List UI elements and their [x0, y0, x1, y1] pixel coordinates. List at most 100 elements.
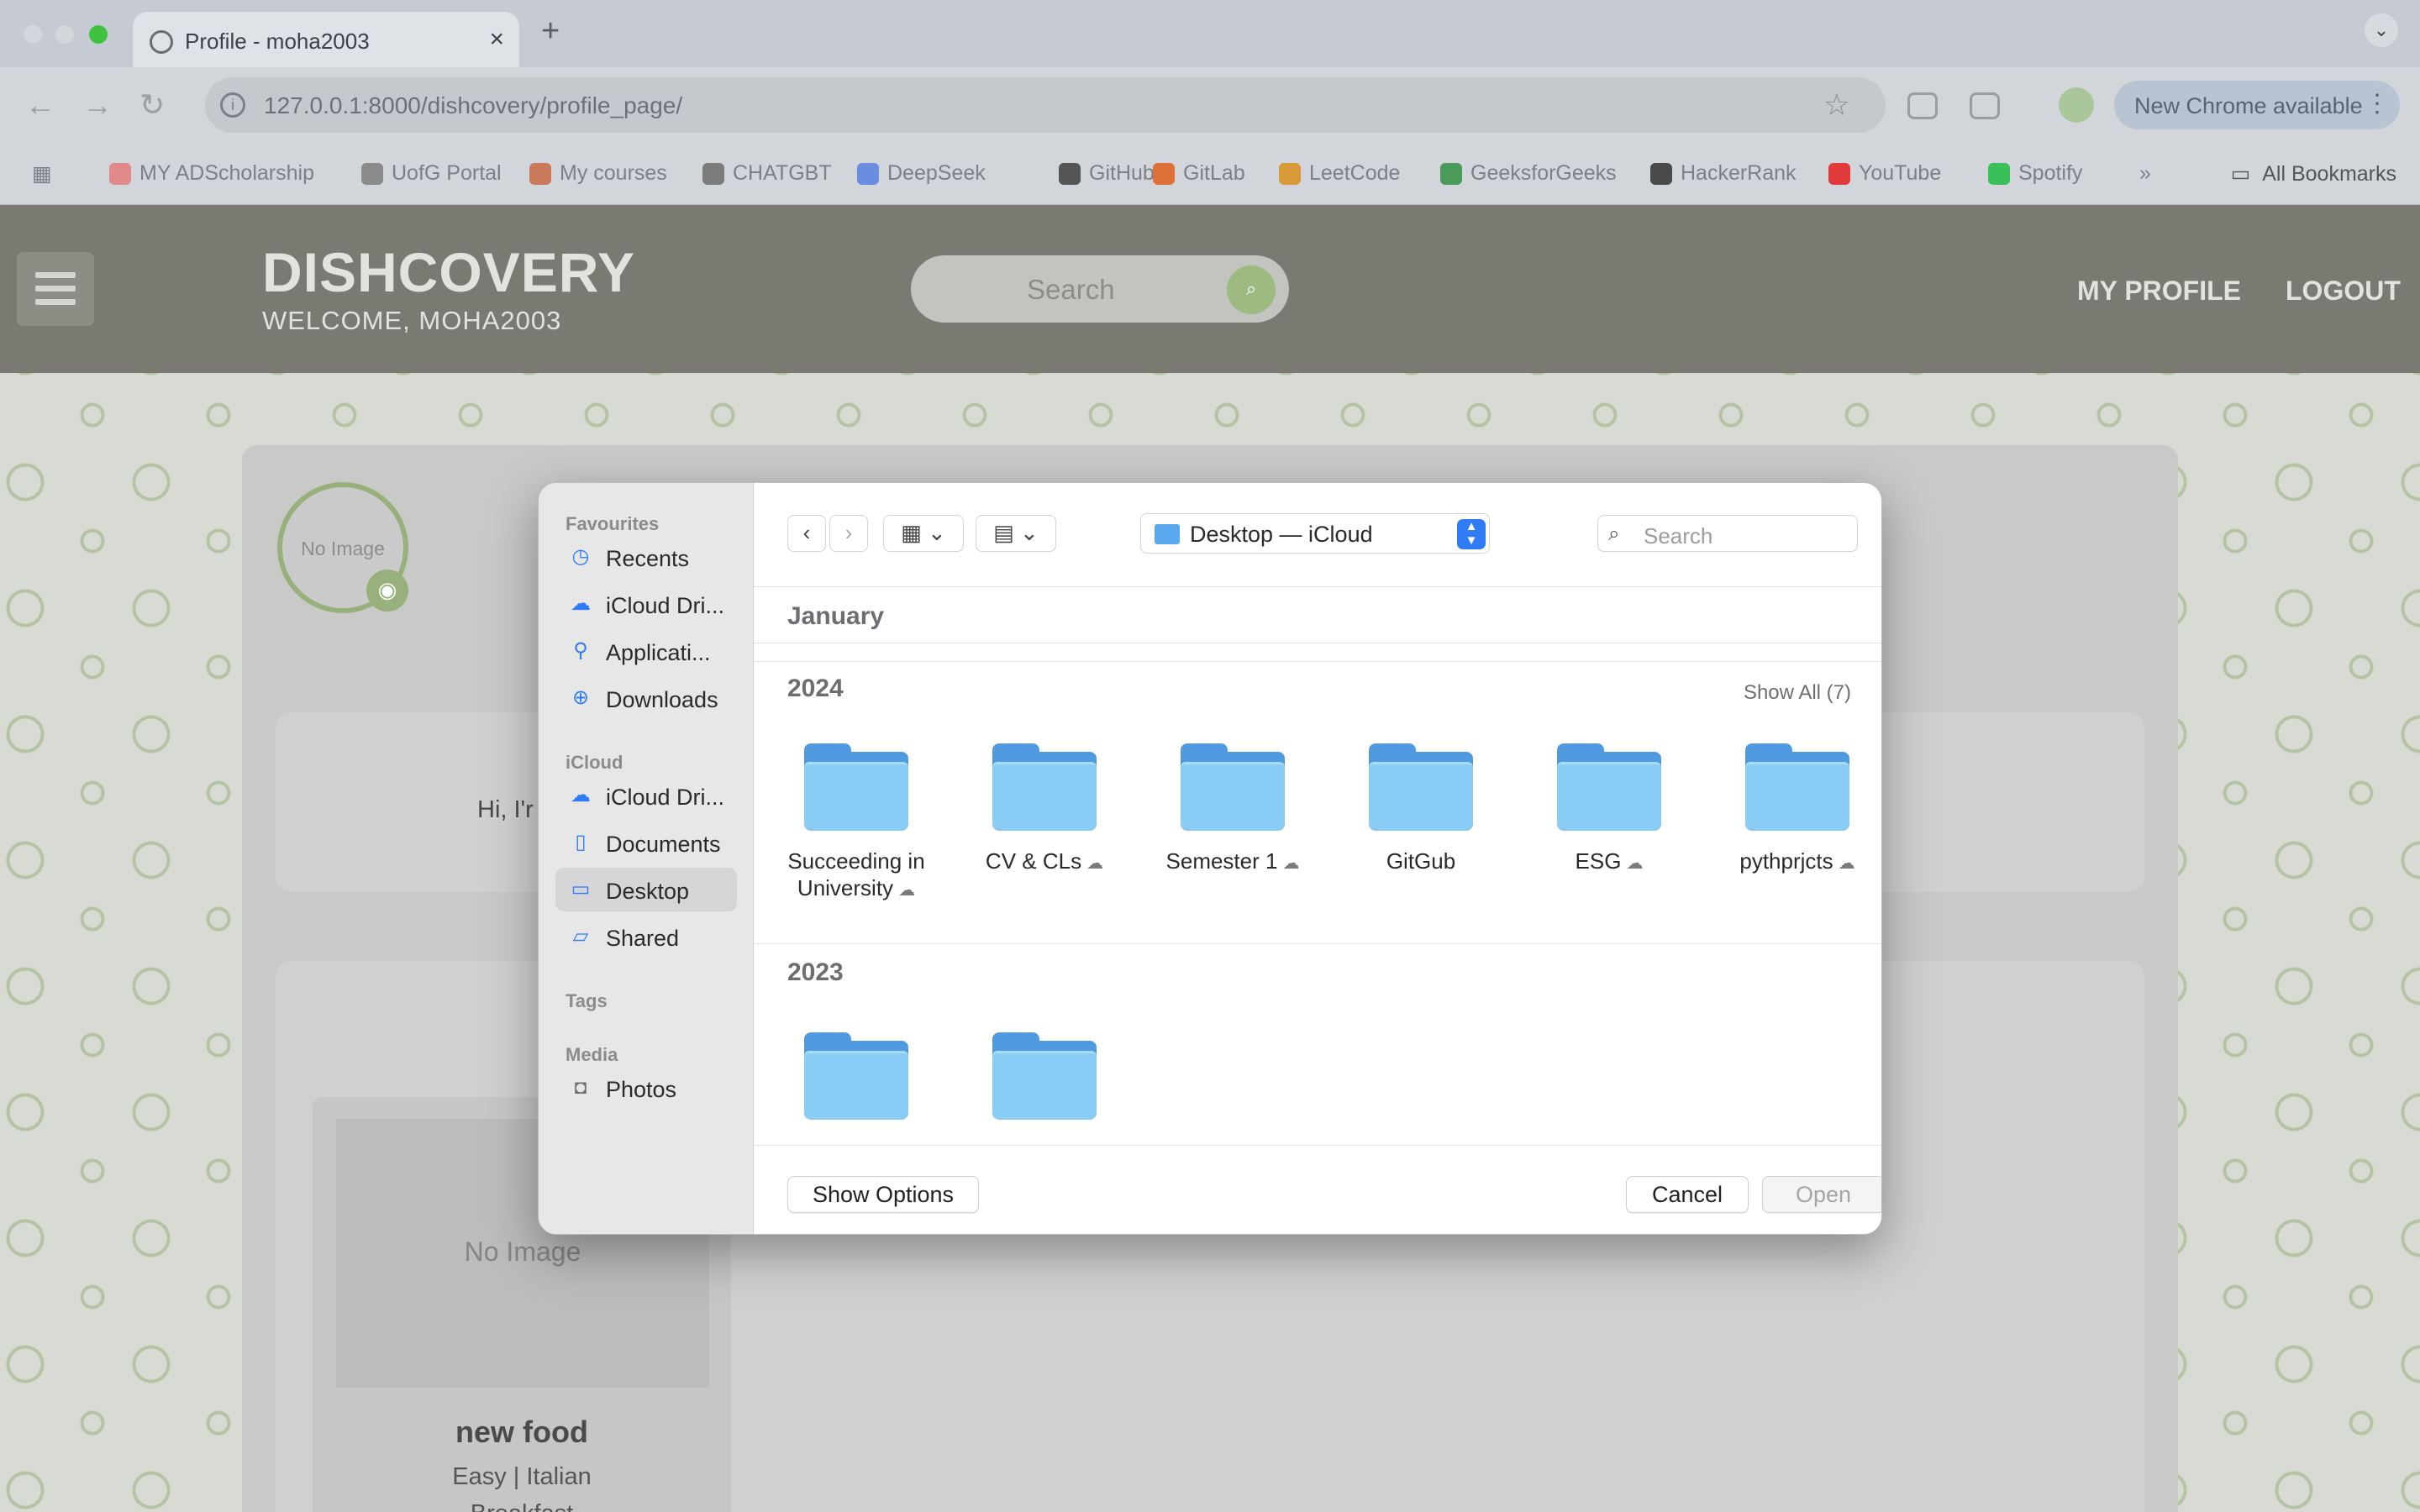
cloud-icon: ☁: [571, 784, 591, 806]
folder-item[interactable]: GitGub: [1337, 743, 1505, 874]
nav-logout[interactable]: LOGOUT: [2286, 276, 2401, 307]
hamburger-menu-icon[interactable]: [17, 252, 94, 326]
extension-icon[interactable]: [1907, 92, 1938, 119]
more-bookmarks-icon[interactable]: »: [2139, 161, 2151, 186]
camera-icon[interactable]: ◉: [366, 570, 408, 612]
bookmark-item[interactable]: GeeksforGeeks: [1440, 161, 1617, 186]
nav-my-profile[interactable]: MY PROFILE: [2077, 276, 2241, 307]
show-all-link[interactable]: Show All (7): [1744, 681, 1851, 705]
new-tab-button[interactable]: +: [541, 13, 560, 50]
sidebar-item[interactable]: ▭ Desktop: [555, 868, 737, 911]
folder-item[interactable]: [772, 1032, 940, 1120]
folder-name: CV & CLs ☁: [960, 848, 1128, 877]
folder-item[interactable]: pythprjcts ☁: [1713, 743, 1881, 877]
folder-item[interactable]: [960, 1032, 1128, 1120]
apps-grid-icon[interactable]: ▦: [32, 161, 52, 186]
dialog-search-input[interactable]: ⌕ Search: [1597, 515, 1858, 552]
bookmark-star-icon[interactable]: ☆: [1823, 87, 1850, 123]
bookmark-label: DeepSeek: [887, 161, 986, 185]
search-icon: ⌕: [1608, 522, 1620, 545]
folder-item[interactable]: ESG ☁: [1525, 743, 1693, 877]
shared-folder-icon: ▱: [572, 925, 589, 948]
update-label: New Chrome available: [2134, 93, 2363, 118]
sidebar-item[interactable]: ▯ Documents: [555, 821, 737, 864]
browser-tab-active[interactable]: Profile - moha2003 ×: [133, 12, 519, 67]
reload-icon[interactable]: ↻: [139, 87, 165, 123]
sidebar-item[interactable]: ⚲ Applicati...: [555, 629, 737, 673]
sidebar-item[interactable]: ◷ Recents: [555, 535, 737, 579]
site-info-icon[interactable]: i: [220, 92, 245, 118]
browser-tab-bar: Profile - moha2003 × + ⌄: [0, 0, 2420, 67]
file-browser-area: January 2024 Show All (7) Succeeding in U…: [754, 587, 1881, 1145]
desktop-icon: ▭: [571, 878, 591, 900]
bookmark-item[interactable]: HackerRank: [1650, 161, 1797, 186]
window-close-button[interactable]: [24, 25, 42, 44]
kebab-menu-icon[interactable]: ⋮: [2365, 89, 2390, 118]
open-button[interactable]: Open: [1762, 1176, 1881, 1213]
chrome-update-button[interactable]: New Chrome available ⋮: [2114, 81, 2400, 129]
window-minimize-button[interactable]: [55, 25, 74, 44]
cancel-button[interactable]: Cancel: [1626, 1176, 1749, 1213]
site-header: DISHCOVERY WELCOME, MOHA2003 Search ⌕ MY…: [0, 205, 2420, 373]
bookmark-label: CHATGBT: [733, 161, 832, 185]
address-bar[interactable]: i 127.0.0.1:8000/dishcovery/profile_page…: [205, 77, 1886, 133]
icon-view-toggle[interactable]: ▦ ⌄: [883, 515, 964, 552]
icloud-download-icon[interactable]: ☁: [1839, 854, 1855, 873]
tab-close-icon[interactable]: ×: [489, 25, 504, 54]
folder-item[interactable]: Semester 1 ☁: [1149, 743, 1317, 877]
folder-icon: [804, 743, 908, 831]
bookmark-favicon-icon: [1440, 162, 1462, 185]
icloud-download-icon[interactable]: ☁: [1626, 854, 1643, 873]
icloud-download-icon[interactable]: ☁: [898, 881, 915, 900]
sidebar-item[interactable]: ◘ Photos: [555, 1066, 737, 1110]
forward-arrow-icon[interactable]: →: [82, 87, 113, 123]
recipe-title: new food: [455, 1415, 588, 1449]
search-icon[interactable]: ⌕: [1227, 265, 1276, 314]
back-chevron-icon[interactable]: ‹: [787, 515, 826, 552]
forward-chevron-icon[interactable]: ›: [829, 515, 868, 552]
downloads-toolbar-icon[interactable]: [1970, 92, 2000, 119]
folder-name: Succeeding in University ☁: [772, 848, 940, 904]
folder-item[interactable]: Succeeding in University ☁: [772, 743, 940, 904]
tab-title: Profile - moha2003: [185, 29, 370, 54]
bookmark-item[interactable]: GitLab: [1153, 161, 1245, 186]
bookmark-item[interactable]: YouTube: [1828, 161, 1941, 186]
folder-name: ESG ☁: [1525, 848, 1693, 877]
bookmark-favicon-icon: [529, 162, 551, 185]
window-zoom-button[interactable]: [89, 25, 108, 44]
bookmark-item[interactable]: LeetCode: [1279, 161, 1400, 186]
profile-avatar[interactable]: No Image ◉: [277, 482, 408, 613]
folder-name-line2: University: [797, 875, 894, 900]
tab-search-button[interactable]: ⌄: [2365, 13, 2398, 47]
icloud-download-icon[interactable]: ☁: [1282, 854, 1299, 873]
sidebar-item[interactable]: ⊕ Downloads: [555, 676, 737, 720]
folder-icon: [992, 1032, 1097, 1120]
sidebar-item[interactable]: ☁ iCloud Dri...: [555, 582, 737, 626]
sidebar-item[interactable]: ☁ iCloud Dri...: [555, 774, 737, 817]
bookmarks-bar: ▦ MY ADScholarship UofG Portal My courses C…: [0, 144, 2420, 205]
bookmark-item[interactable]: GitHub: [1059, 161, 1155, 186]
back-arrow-icon[interactable]: ←: [25, 87, 55, 123]
dialog-footer: Show Options Cancel Open: [754, 1145, 1881, 1234]
site-brand[interactable]: DISHCOVERY: [262, 240, 635, 304]
group-divider: [754, 943, 1881, 944]
folder-item[interactable]: CV & CLs ☁: [960, 743, 1128, 877]
sidebar-item[interactable]: ▱ Shared: [555, 915, 737, 958]
bookmark-item[interactable]: UofG Portal: [361, 161, 502, 186]
bookmark-item[interactable]: CHATGBT: [702, 161, 832, 186]
folder-name: Semester 1 ☁: [1149, 848, 1317, 877]
location-select[interactable]: Desktop — iCloud ▲ ▼: [1140, 513, 1490, 554]
group-by-toggle[interactable]: ▤ ⌄: [976, 515, 1056, 552]
folder-name: pythprjcts ☁: [1713, 848, 1881, 877]
profile-avatar-icon[interactable]: [2059, 87, 2094, 123]
show-options-button[interactable]: Show Options: [787, 1176, 979, 1213]
bookmark-item[interactable]: MY ADScholarship: [109, 161, 314, 186]
bookmark-item[interactable]: My courses: [529, 161, 667, 186]
avatar-placeholder-text: No Image: [301, 538, 385, 559]
all-bookmarks-button[interactable]: ▭ All Bookmarks: [2231, 161, 2396, 186]
site-search-input[interactable]: Search ⌕: [911, 255, 1289, 323]
bookmark-item[interactable]: Spotify: [1988, 161, 2082, 186]
bookmark-favicon-icon: [1153, 162, 1175, 185]
icloud-download-icon[interactable]: ☁: [1086, 854, 1103, 873]
bookmark-item[interactable]: DeepSeek: [857, 161, 986, 186]
